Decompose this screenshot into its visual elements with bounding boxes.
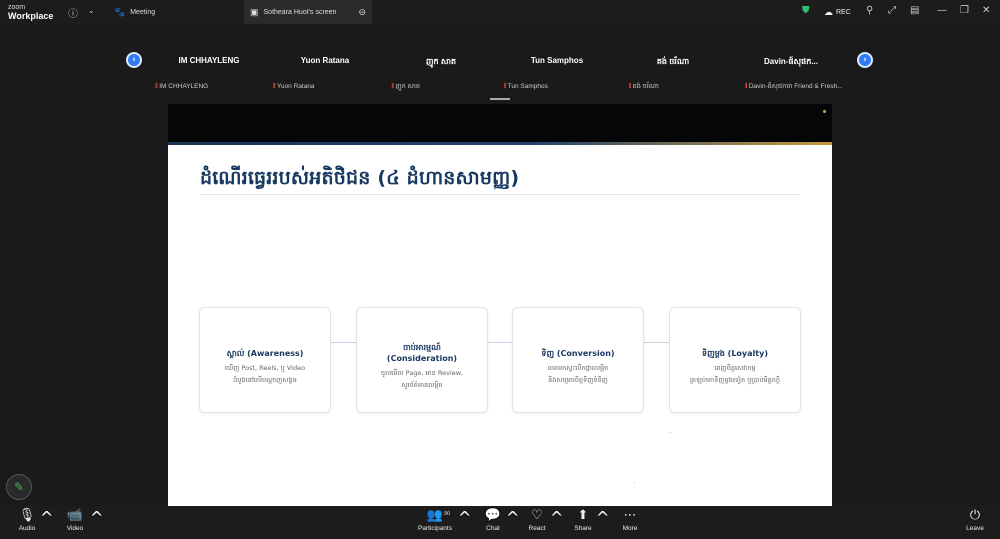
shared-screen[interactable]: ដំណើរធ្វេររបស់អតិថិជន (៤ ដំហានសាមញ្ញ) ស្… [168,104,832,506]
card-desc: ចូលមើល Page, អាន Review, [380,369,464,377]
mic-muted-icon: 𝄂 [392,83,394,90]
card-title: ស្គាល់ (Awareness) [226,349,304,358]
shield-icon[interactable]: ⛊ [802,5,810,16]
react-options-caret[interactable]: ^ [550,508,563,527]
leave-icon: ⏻ [969,508,981,523]
participant-tile-label: 𝄂 ញូក សាត [392,83,420,90]
mic-muted-icon: 𝄂 [629,83,631,90]
card-title: ចាប់អារម្មណ៍ [403,343,441,352]
slide-title: ដំណើរធ្វេររបស់អតិថិជន (៤ ដំហានសាមញ្ញ) [200,167,520,189]
participant-name[interactable]: Tun Samphos [502,56,612,65]
leave-label: Leave [966,525,984,532]
ellipsis-icon: ⋯ [623,508,637,523]
participant-name[interactable]: គង់ ចរ័ណា [618,56,728,68]
card-desc: ឃើញ Post, Reels, ឬ Video [224,364,306,372]
step-card-conversion: ទិញ (Conversion) ធាតមកស្វះបើកផ្ការលម្អិត… [512,307,644,413]
participant-name[interactable]: IM CHHAYLENG [154,56,264,65]
card-connector [331,342,356,343]
card-connector [644,342,669,343]
card-desc: ត្រឡប់មកទិញម្ដងទៀត ឬប្រាប់មិត្តភក្តិ [689,376,781,384]
more-options-icon[interactable]: ⊖ [358,7,366,18]
participant-strip [0,24,1000,104]
participant-tile-label: 𝄂 Yuon Ratana [273,83,315,90]
participants-button[interactable]: 👥 Participants [410,508,460,533]
step-card-loyalty: ទិញម្តង (Loyalty) ពេញចិត្តសេវាកម្ម ត្រឡប… [669,307,801,413]
restore-icon[interactable]: ❐ [960,5,969,16]
pin-icon[interactable]: ⚲ [866,5,873,16]
mic-muted-icon: 𝄂 [504,83,506,90]
people-icon: 👥 [426,508,444,523]
slide-dot [823,110,826,113]
step-card-consideration: ចាប់អារម្មណ៍ (Consideration) ចូលមើល Page… [356,307,488,413]
mic-muted-icon: 𝄂 [745,83,747,90]
screen-share-icon: ▣ [250,6,259,17]
more-label: More [622,525,638,532]
card-connector [488,342,512,343]
mic-muted-icon: 𝄂 [273,83,275,90]
card-desc: សួរព័ត៌មានលម្អិត [401,381,443,389]
mic-muted-icon: 𝄂 [155,83,158,90]
tab-shared-screen-label: Sotheara Huot's screen [263,8,337,16]
zoom-workplace-logo[interactable]: zoom Workplace [8,3,53,21]
participants-count: 90 [444,511,451,517]
participants-label: Participants [418,525,452,532]
tab-meeting[interactable]: 🐾 Meeting [108,0,244,24]
brand-big: Workplace [8,11,54,21]
participant-tile-label: 𝄂 Davin-ផ៍សុផការា Friend & Fresh... [745,83,843,90]
expand-icon[interactable]: ⤢ [888,5,896,16]
close-icon[interactable]: ✕ [982,5,990,16]
title-bar: zoom Workplace ⓘ ⌄ 🐾 Meeting ▣ Sotheara … [0,0,1000,24]
slide-title-divider [200,194,800,195]
cloud-icon: ☁ [824,6,833,17]
slide-header-band [168,104,832,142]
active-speaker-underline [490,98,510,100]
rec-label: REC [836,8,851,16]
paw-icon: 🐾 [114,6,126,17]
slide-speck [670,432,671,433]
chevron-down-icon[interactable]: ⌄ [88,6,95,15]
card-title: ទិញ (Conversion) [541,349,615,358]
share-options-caret[interactable]: ^ [596,508,609,527]
card-title: ទិញម្តង (Loyalty) [702,349,768,358]
participants-options-caret[interactable]: ^ [458,508,471,527]
leave-button[interactable]: ⏻ Leave [950,508,1000,533]
video-options-caret[interactable]: ^ [90,508,103,527]
tab-shared-screen[interactable]: ▣ Sotheara Huot's screen ⊖ [244,0,372,24]
annotate-pen-button[interactable]: ✎ [6,474,32,500]
participant-name[interactable]: Davin-ផ៍សុផក... [736,56,846,68]
card-desc: និងសម្រេចចិត្តទិញទំនិញ [548,376,608,384]
card-desc: ពេញចិត្តសេវាកម្ម [714,364,756,372]
participant-name[interactable]: Yuon Ratana [270,56,380,65]
info-icon[interactable]: ⓘ [68,5,78,20]
more-button[interactable]: ⋯ More [605,508,655,533]
slide-accent-line [168,142,832,145]
next-page-button[interactable]: › [857,52,873,68]
card-desc: ដំបូងនៅលើបណ្តាញសង្គម [233,376,297,384]
participant-tile-label: 𝄂 គង់ ចរ័ណា [629,83,659,90]
slide-speck [634,482,635,483]
card-title-2: (Consideration) [386,354,458,363]
meeting-toolbar: 🎙 Audio ^ 📹 Video ^ 👥 Participants 90 ^ … [0,506,1000,539]
participant-tile-label: 𝄂 IM CHHAYLENG [155,83,209,90]
audio-options-caret[interactable]: ^ [40,508,53,527]
card-desc: ធាតមកស្វះបើកផ្ការលម្អិត [547,364,609,372]
tab-meeting-label: Meeting [130,8,156,16]
recording-indicator[interactable]: ☁ REC [824,0,851,24]
step-card-awareness: ស្គាល់ (Awareness) ឃើញ Post, Reels, ឬ Vi… [199,307,331,413]
prev-page-button[interactable]: ‹ [126,52,142,68]
minimize-icon[interactable]: — [937,5,947,16]
participant-tile-label: 𝄂 Tun Samphos [504,83,548,90]
view-icon[interactable]: ▤ [910,5,919,16]
participant-name[interactable]: ញូក សាត [386,56,496,68]
